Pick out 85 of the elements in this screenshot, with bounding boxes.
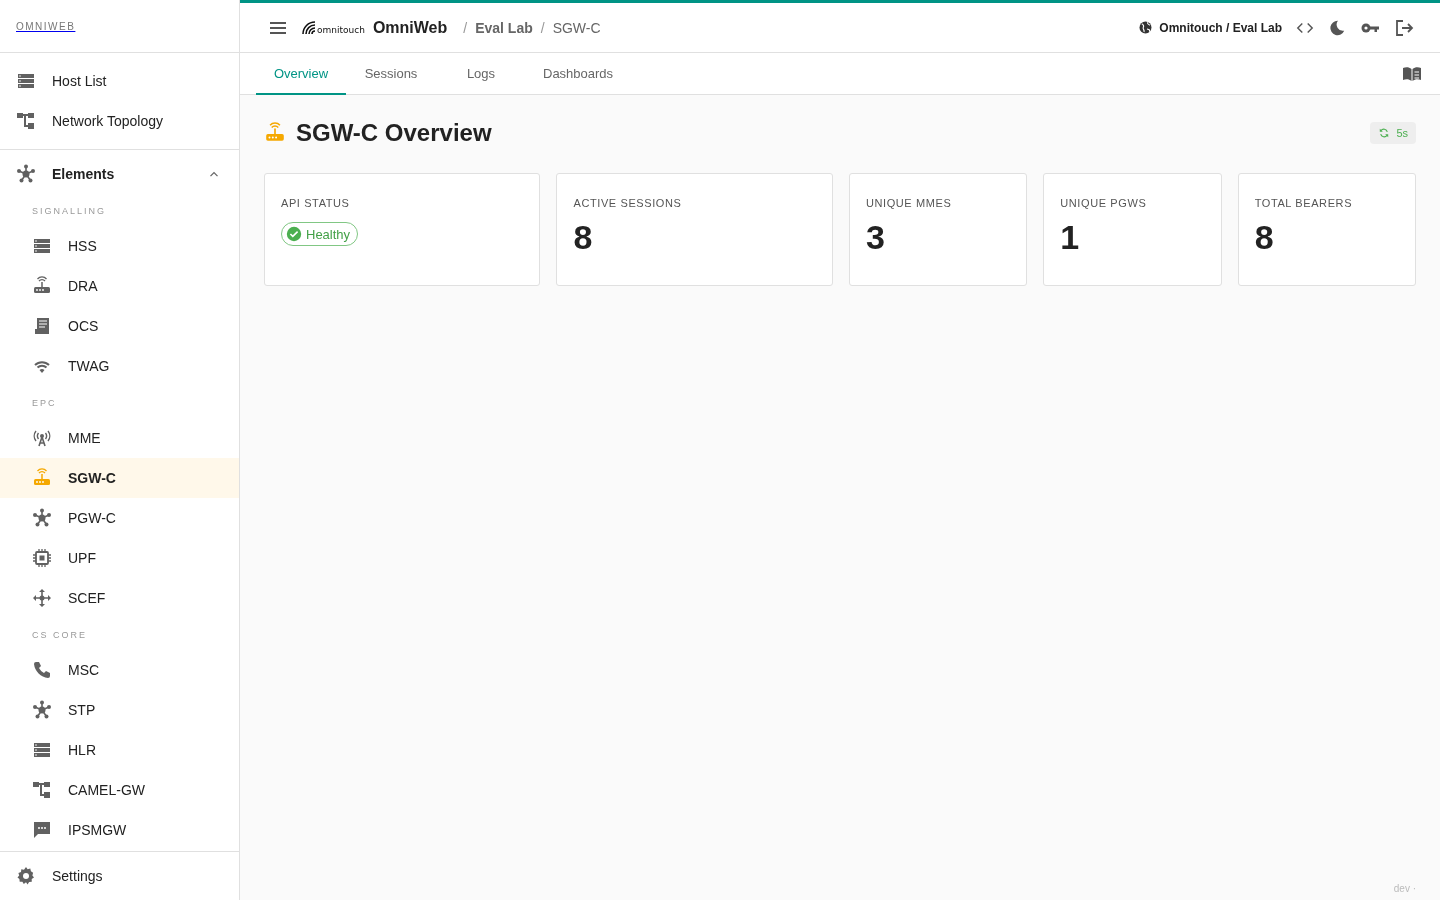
breadcrumb-separator: / [540,19,545,36]
topology-icon [16,111,36,131]
nav-item[interactable]: Host List [0,61,239,101]
check-icon [286,226,302,242]
nav-item[interactable]: PGW-C [0,498,239,538]
card-label: TOTAL BEARERS [1254,197,1354,209]
phone-icon [32,660,52,680]
nav-label: MME [68,430,101,446]
settings-icon [16,866,36,886]
nav-item[interactable]: SCEF [0,578,239,618]
section-heading: CS CORE [31,629,88,642]
breadcrumb-current: SGW-C [552,19,601,36]
nav-label: PGW-C [68,510,116,526]
nav-label: IPSMGW [68,822,127,838]
chip-icon [32,548,52,568]
nav-item[interactable]: MSC [0,650,239,690]
settings-item[interactable]: Settings [0,851,239,900]
section-heading: EPC [31,397,58,410]
nav-label: STP [68,702,96,718]
nav-item[interactable]: HSS [0,226,239,266]
tab[interactable]: Logs [436,53,526,95]
section-heading: SIGNALLING [31,205,108,218]
page-title: SGW-C Overview [296,119,492,147]
logo-text: omnitouch [317,24,365,35]
nav-label: HLR [68,742,96,758]
nav-label: SCEF [68,590,106,606]
moon-icon[interactable] [1328,18,1346,37]
breadcrumb-link[interactable]: Eval Lab [475,19,533,36]
nav-item[interactable]: OCS [0,306,239,346]
group-header[interactable]: Elements [0,154,239,194]
router-icon [32,276,52,296]
nav-label: DRA [68,278,98,294]
card-label: API STATUS [281,197,351,209]
nav-item[interactable]: STP [0,690,239,730]
receipt-icon [32,316,52,336]
server-icon [16,71,36,91]
version-note: dev · [1393,883,1416,894]
nav-label: OCS [68,318,99,334]
arrows-icon [32,588,52,608]
nav-item[interactable]: HLR [0,730,239,770]
nav-item[interactable]: IPSMGW [0,810,239,850]
nav-label: Network Topology [52,113,164,129]
group-label: Elements [52,166,116,182]
hub-icon [32,700,52,720]
nav-item[interactable]: SGW-C [0,458,239,498]
nav-label: CAMEL-GW [68,782,145,798]
nav-label: MSC [68,662,100,678]
nav-label: UPF [68,550,96,566]
chat-icon [32,820,52,840]
hub-icon [16,164,36,184]
card-value: 8 [573,218,594,257]
nav-item[interactable]: UPF [0,538,239,578]
card-label: ACTIVE SESSIONS [573,197,683,209]
nav-item[interactable]: Network Topology [0,101,239,141]
nav-label: Settings [52,868,103,884]
nav-item[interactable]: CAMEL-GW [0,770,239,810]
globe-icon [1138,20,1154,35]
nav-item[interactable]: DRA [0,266,239,306]
nav-label: TWAG [68,358,110,374]
nav-label: HSS [68,238,97,254]
tab[interactable]: Sessions [346,53,436,95]
card-label: UNIQUE PGWS [1060,197,1148,209]
nav-item[interactable]: TWAG [0,346,239,386]
server-icon [32,740,52,760]
nav-label: SGW-C [68,470,116,486]
router-icon [264,122,286,144]
antenna-icon [32,428,52,448]
tab[interactable]: Dashboards [526,53,631,95]
card-value: 3 [865,218,886,257]
card-label: UNIQUE MMES [865,197,953,209]
signal-arcs-icon [302,20,316,35]
breadcrumb-separator: / [463,19,468,36]
card-value: 1 [1060,218,1081,257]
brand-link[interactable]: OMNIWEB [16,20,76,32]
router-icon [32,468,52,488]
nav-item[interactable]: MME [0,418,239,458]
tab[interactable]: Overview [256,53,346,95]
card-value: 8 [1254,218,1275,257]
topology-icon [32,780,52,800]
server-icon [32,236,52,256]
app-name: OmniWeb [372,18,448,37]
refresh-icon [1378,127,1391,139]
logout-icon[interactable] [1394,17,1414,38]
nav-label: Host List [52,73,107,89]
hub-icon [32,508,52,528]
